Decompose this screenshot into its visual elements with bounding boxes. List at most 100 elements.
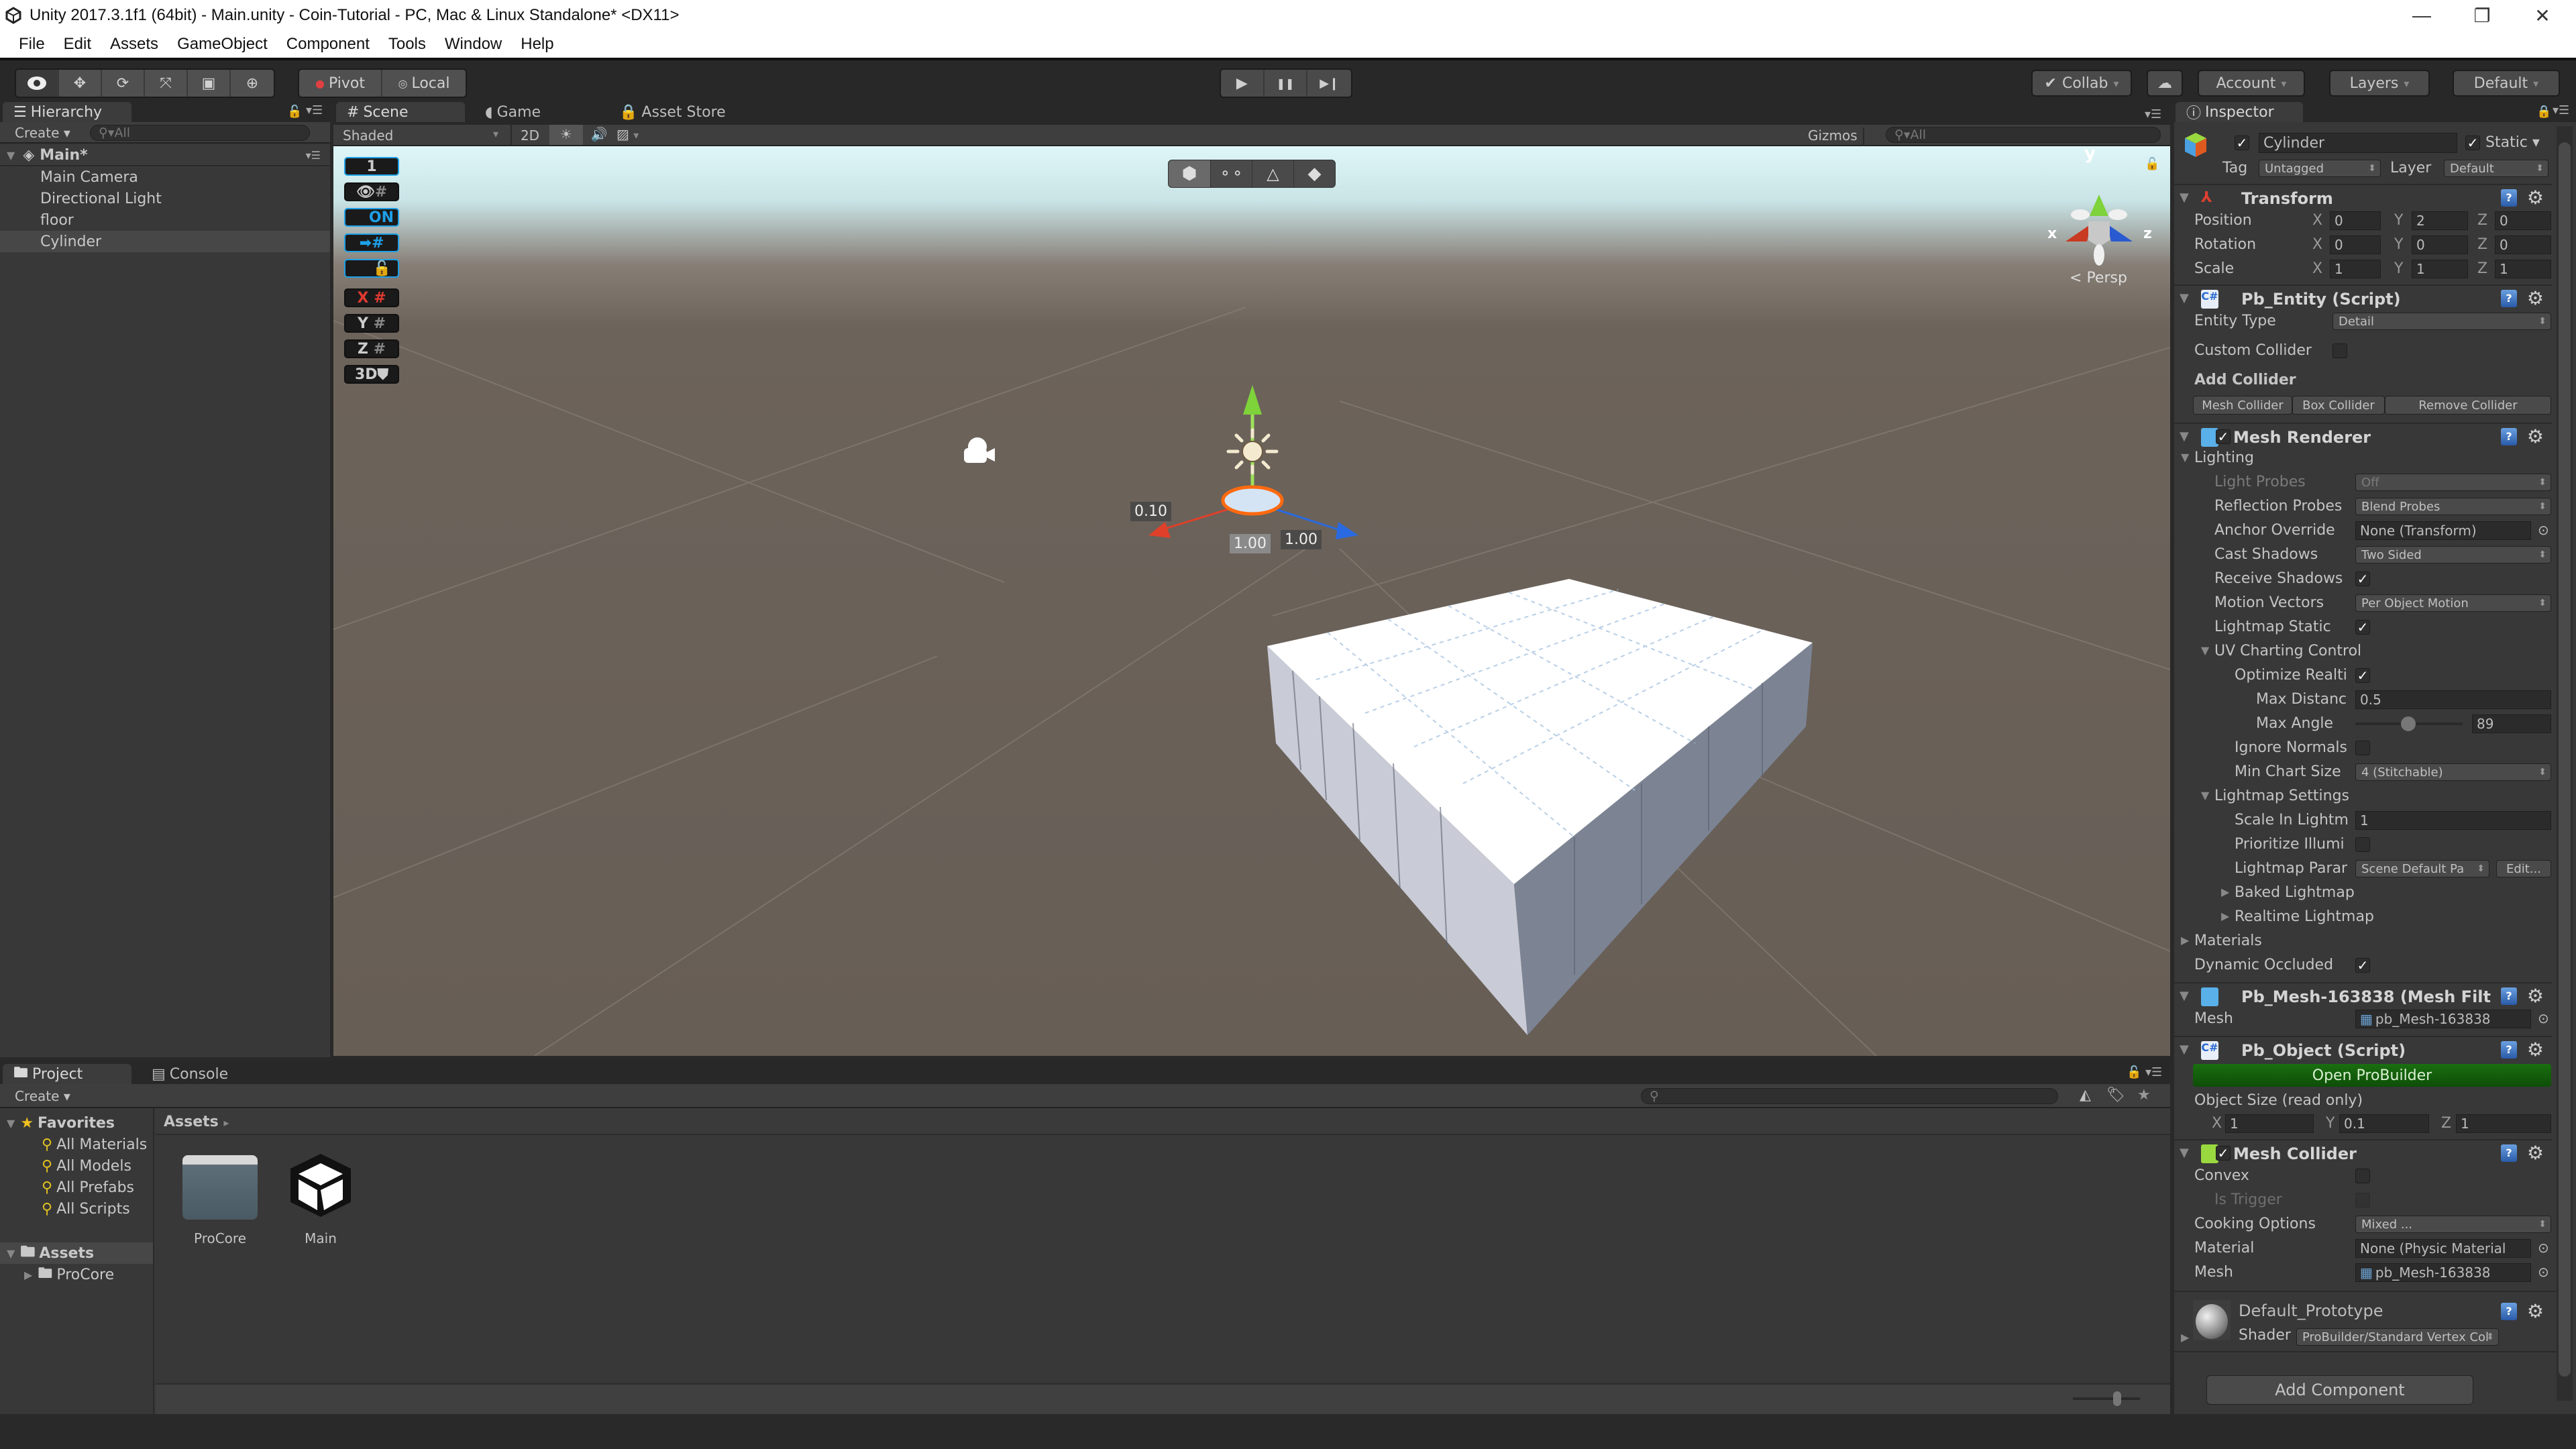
lock-icon[interactable]: 🔓 bbox=[2127, 1065, 2141, 1079]
create-dropdown[interactable]: Create ▾ bbox=[15, 1088, 70, 1104]
materials-foldout[interactable]: ▶ Materials bbox=[2174, 930, 2552, 953]
lighting-toggle[interactable]: ☀ bbox=[549, 125, 583, 145]
gear-icon[interactable]: ⚙ bbox=[2527, 287, 2544, 309]
collapse-icon[interactable]: ▼ bbox=[2180, 191, 2189, 205]
motion-vectors-dropdown[interactable]: Per Object Motion bbox=[2355, 594, 2551, 612]
rotation-z[interactable]: 0 bbox=[2495, 235, 2551, 254]
tab-project[interactable]: 🖿 Project bbox=[3, 1064, 131, 1084]
favorite-item[interactable]: ⚲ All Models bbox=[0, 1155, 153, 1177]
mesh-field[interactable]: ▦ pb_Mesh-163838 bbox=[2355, 1010, 2531, 1028]
vertex-mode-button[interactable]: ⚬⚬ bbox=[1210, 160, 1252, 187]
lightmap-static-checkbox[interactable]: ✓ bbox=[2355, 620, 2370, 635]
expand-icon[interactable]: ▼ bbox=[2201, 789, 2209, 802]
menu-tools[interactable]: Tools bbox=[379, 35, 435, 54]
mesh-renderer-header[interactable]: ▼ ✓ Mesh Renderer ? ⚙ bbox=[2174, 423, 2552, 449]
help-book-icon[interactable]: ? bbox=[2501, 1041, 2517, 1059]
favorite-item[interactable]: ⚲ All Scripts bbox=[0, 1198, 153, 1220]
gear-icon[interactable]: ⚙ bbox=[2527, 1142, 2544, 1164]
object-picker-icon[interactable]: ⊙ bbox=[2538, 1240, 2549, 1256]
lock-toggle[interactable]: 🔓 bbox=[344, 259, 399, 278]
favorite-item[interactable]: ⚲ All Materials bbox=[0, 1134, 153, 1155]
scale-in-lightmap-field[interactable]: 1 bbox=[2355, 811, 2551, 830]
scale-z[interactable]: 1 bbox=[2495, 260, 2551, 278]
shading-dropdown[interactable]: Shaded ▾ bbox=[343, 127, 504, 144]
projection-toggle[interactable]: < Persp bbox=[2070, 270, 2127, 286]
panel-menu-icon[interactable]: ▾☰ bbox=[306, 103, 323, 117]
object-mode-button[interactable]: ⬢ bbox=[1169, 160, 1210, 187]
position-z[interactable]: 0 bbox=[2495, 211, 2551, 230]
collapse-icon[interactable]: ▼ bbox=[2180, 1042, 2189, 1057]
position-x[interactable]: 0 bbox=[2330, 211, 2381, 230]
hierarchy-item[interactable]: Directional Light bbox=[0, 188, 330, 209]
scene-viewport[interactable]: y x z 🔓 < Persp ⬢ ⚬⚬ △ ◆ 1 👁 # ON ➡ # 🔓 X … bbox=[333, 146, 2170, 1056]
prioritize-illumination-checkbox[interactable] bbox=[2355, 837, 2370, 852]
slider-thumb[interactable] bbox=[2400, 716, 2416, 731]
menu-assets[interactable]: Assets bbox=[101, 35, 168, 54]
local-toggle[interactable]: ◎ Local bbox=[382, 70, 466, 97]
baked-lightmap-foldout[interactable]: ▶ Baked Lightmap bbox=[2174, 881, 2552, 904]
panel-menu-icon[interactable]: ▾☰ bbox=[2145, 1065, 2162, 1079]
create-dropdown[interactable]: Create ▾ bbox=[15, 125, 70, 141]
expand-icon[interactable]: ▼ bbox=[7, 1117, 15, 1130]
gear-icon[interactable]: ⚙ bbox=[2527, 186, 2544, 209]
menu-window[interactable]: Window bbox=[435, 35, 511, 54]
pivot-toggle[interactable]: ● Pivot bbox=[299, 70, 383, 97]
object-picker-icon[interactable]: ⊙ bbox=[2538, 1264, 2549, 1280]
gear-icon[interactable]: ⚙ bbox=[2527, 1300, 2544, 1322]
lock-icon[interactable]: 🔒 bbox=[2536, 105, 2551, 119]
layers-button[interactable]: Layers ▾ bbox=[2329, 70, 2430, 97]
favorites-header[interactable]: ▼ ★ Favorites bbox=[0, 1112, 153, 1134]
max-distance-field[interactable]: 0.5 bbox=[2355, 690, 2551, 709]
scale-y[interactable]: 1 bbox=[2412, 260, 2468, 278]
account-button[interactable]: Account ▾ bbox=[2198, 70, 2305, 97]
transform-tool-button[interactable]: ⊕ bbox=[231, 70, 274, 97]
transform-header[interactable]: ▼ ⅄ Transform ? ⚙ bbox=[2174, 184, 2552, 211]
menu-component[interactable]: Component bbox=[277, 35, 379, 54]
receive-shadows-checkbox[interactable]: ✓ bbox=[2355, 572, 2370, 586]
shader-dropdown[interactable]: ProBuilder/Standard Vertex Col bbox=[2296, 1328, 2499, 1346]
max-angle-slider[interactable] bbox=[2355, 716, 2463, 731]
rotation-x[interactable]: 0 bbox=[2330, 235, 2381, 254]
open-probuilder-button[interactable]: Open ProBuilder bbox=[2193, 1064, 2551, 1087]
effects-dropdown[interactable]: ▨ ▾ bbox=[616, 126, 654, 142]
hierarchy-item[interactable]: floor bbox=[0, 209, 330, 231]
cast-shadows-dropdown[interactable]: Two Sided bbox=[2355, 546, 2551, 564]
min-chart-size-dropdown[interactable]: 4 (Stitchable) bbox=[2355, 763, 2551, 781]
project-search[interactable]: ⚲ bbox=[1641, 1088, 2058, 1104]
object-name-field[interactable]: Cylinder bbox=[2259, 133, 2457, 153]
position-y[interactable]: 2 bbox=[2412, 211, 2468, 230]
visibility-grid-button[interactable]: 👁 # bbox=[344, 182, 399, 201]
expand-icon[interactable]: ▶ bbox=[2221, 910, 2229, 922]
inspector-scrollbar[interactable] bbox=[2557, 126, 2573, 1401]
custom-collider-checkbox[interactable] bbox=[2332, 343, 2347, 358]
mesh-collider-enabled-checkbox[interactable]: ✓ bbox=[2216, 1146, 2231, 1161]
hierarchy-item[interactable]: Main Camera bbox=[0, 166, 330, 188]
collapse-icon[interactable]: ▼ bbox=[2180, 291, 2189, 305]
help-book-icon[interactable]: ? bbox=[2501, 1144, 2517, 1162]
assets-root[interactable]: ▼ 🖿 Assets bbox=[0, 1242, 153, 1264]
collider-mesh-field[interactable]: ▦ pb_Mesh-163838 bbox=[2355, 1263, 2531, 1282]
play-button[interactable]: ▶ bbox=[1221, 70, 1265, 97]
lightmap-parameters-dropdown[interactable]: Scene Default Pa bbox=[2355, 860, 2489, 877]
rotate-tool-button[interactable]: ⟳ bbox=[102, 70, 145, 97]
collab-button[interactable]: ✔ Collab ▾ bbox=[2031, 70, 2132, 97]
scrollbar-thumb[interactable] bbox=[2559, 142, 2571, 1377]
close-button[interactable]: ✕ bbox=[2509, 0, 2576, 31]
gear-icon[interactable]: ⚙ bbox=[2527, 425, 2544, 447]
collapse-icon[interactable]: ▼ bbox=[2180, 989, 2189, 1003]
filter-label-icon[interactable]: 🏷 bbox=[2106, 1087, 2125, 1104]
expand-icon[interactable]: ▶ bbox=[2221, 885, 2229, 898]
rotation-y[interactable]: 0 bbox=[2412, 235, 2468, 254]
favorite-item[interactable]: ⚲ All Prefabs bbox=[0, 1177, 153, 1198]
tab-console[interactable]: ▤ Console bbox=[141, 1064, 255, 1084]
asset-tree-item[interactable]: ▶ 🖿 ProCore bbox=[0, 1264, 153, 1285]
expand-icon[interactable]: ▼ bbox=[7, 1247, 15, 1260]
anchor-override-field[interactable]: None (Transform) bbox=[2355, 521, 2531, 540]
edit-lightmap-params-button[interactable]: Edit... bbox=[2496, 860, 2551, 877]
expand-icon[interactable]: ▶ bbox=[2181, 1331, 2189, 1344]
tag-dropdown[interactable]: Untagged bbox=[2259, 160, 2381, 177]
uv-charting-foldout[interactable]: ▼ UV Charting Control bbox=[2174, 640, 2552, 663]
material-preview[interactable] bbox=[2193, 1300, 2231, 1340]
realtime-lightmap-foldout[interactable]: ▶ Realtime Lightmap bbox=[2174, 906, 2552, 928]
pause-button[interactable]: ❚❚ bbox=[1265, 70, 1308, 97]
